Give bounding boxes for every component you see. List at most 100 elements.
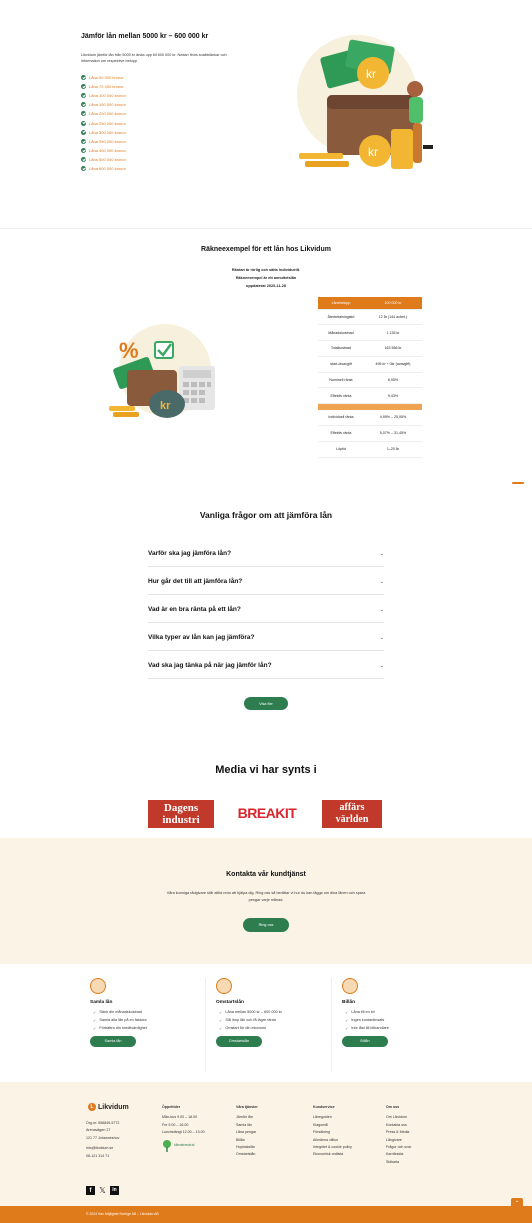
faq-question: Vad ska jag tänka på när jag jämför lån? — [148, 662, 272, 669]
loan-link-item[interactable]: Låna 300 000 kronor — [81, 128, 126, 137]
footer-link[interactable]: Integritet & cookie policy — [313, 1144, 352, 1151]
call-us-button[interactable]: Ring oss — [243, 918, 289, 932]
footer-link[interactable]: Hopbakslån — [236, 1144, 258, 1151]
calc-value: 4,95% – 25,95% — [363, 409, 422, 427]
service-card: Billån ✓ Låna till en bil ✓ Ingen kontantins… — [331, 978, 441, 1072]
loan-link-item[interactable]: Låna 400 000 kronor — [81, 146, 126, 155]
footer-link[interactable]: Sidkarta — [386, 1159, 411, 1166]
service-point: ✓ Slå ihop lån och få lägre ränta — [219, 1016, 315, 1024]
email-link[interactable]: info@likvidum.se — [86, 1145, 119, 1152]
check-circle-icon — [81, 93, 86, 99]
calc-value: 5,07% – 31,45% — [363, 425, 422, 442]
faq-item[interactable]: Varför ska jag jämföra lån? ⌄ — [148, 541, 384, 567]
footer-link[interactable]: Omstartslån — [236, 1151, 258, 1158]
loan-link-item[interactable]: Låna 500 000 kronor — [81, 155, 126, 164]
faq-item[interactable]: Hur går det till att jämföra lån? ⌄ — [148, 569, 384, 595]
service-point: ✓ Inte låst till bilhandlare — [345, 1024, 441, 1032]
check-icon: ✓ — [219, 1009, 223, 1015]
loan-link-item[interactable]: Låna 70 000 kronor — [81, 82, 126, 91]
footer-brand[interactable]: L Likvidum — [88, 1103, 129, 1111]
check-circle-icon — [81, 120, 86, 126]
check-icon: ✓ — [345, 1009, 349, 1015]
loan-link-item[interactable]: Låna 250 000 kronor — [81, 118, 126, 127]
service-point-label: Samla alla lån på en faktura — [99, 1018, 147, 1023]
calc-label: Återbetalningstid — [318, 309, 364, 326]
loan-link-item[interactable]: Låna 200 000 kronor — [81, 109, 126, 118]
loan-link-label[interactable]: Låna 50 000 kronor — [89, 75, 124, 80]
loan-link-label[interactable]: Låna 500 000 kronor — [89, 157, 126, 162]
check-circle-icon — [81, 75, 86, 81]
chevron-down-icon: ⌄ — [379, 606, 384, 613]
faq-item[interactable]: Vilka typer av lån kan jag jämföra? ⌄ — [148, 625, 384, 651]
service-points: ✓ Låna till en bil ✓ Ingen kontantinsats ✓ In… — [342, 1008, 441, 1033]
loan-link-label[interactable]: Låna 600 000 kronor — [89, 166, 126, 171]
footer-link[interactable]: Ekonomisk ordlista — [313, 1151, 352, 1158]
calc-row: Återbetalningstid 12 år (144 avbet.) — [318, 309, 422, 326]
loan-link-item[interactable]: Låna 150 000 kronor — [81, 100, 126, 109]
loan-link-label[interactable]: Låna 70 000 kronor — [89, 84, 124, 89]
tree-icon — [163, 1139, 171, 1152]
loan-link-label[interactable]: Låna 350 000 kronor — [89, 139, 126, 144]
loan-link-item[interactable]: Låna 600 000 kronor — [81, 164, 126, 173]
service-button[interactable]: Samla lån — [90, 1035, 136, 1047]
loan-link-label[interactable]: Låna 150 000 kronor — [89, 102, 126, 107]
loan-link-label[interactable]: Låna 200 000 kronor — [89, 111, 126, 116]
service-title: Omstartslån — [216, 1000, 244, 1005]
footer-link[interactable]: Samla lån — [236, 1122, 258, 1129]
climate-badge: klimatneutral — [162, 1139, 205, 1152]
facebook-icon[interactable]: f — [86, 1186, 95, 1195]
loan-link-label[interactable]: Låna 400 000 kronor — [89, 148, 126, 153]
loan-link-label[interactable]: Låna 300 000 kronor — [89, 130, 126, 135]
service-button[interactable]: Omstartslån — [216, 1035, 262, 1047]
footer-link[interactable]: Billån — [236, 1137, 258, 1144]
calc-row: Effektiv ränta 9,43% — [318, 387, 422, 405]
faq-item[interactable]: Vad är en bra ränta på ett lån? ⌄ — [148, 597, 384, 623]
check-icon: ✓ — [219, 1017, 223, 1023]
footer: L Likvidum Org.nr: 556849-5772 Arenaväge… — [0, 1082, 532, 1206]
footer-link[interactable]: Låna pengar — [236, 1129, 258, 1136]
footer-link[interactable]: Jämför lån — [236, 1114, 258, 1121]
calc-head-value: 100 000 kr — [363, 297, 422, 310]
check-icon: ✓ — [345, 1017, 349, 1023]
contact-section: Kontakta vår kundtjänst Våra kunniga råd… — [0, 838, 532, 964]
hero-intro: Likvidum jämför lån från 5000 kr ända up… — [81, 53, 227, 63]
footer-link[interactable]: Karriärsida — [386, 1151, 411, 1158]
footer-link[interactable]: Allmänna villkor — [313, 1137, 352, 1144]
service-card: Omstartslån ✓ Låna mellan 5000 kr – 600 00… — [205, 978, 315, 1072]
show-more-button[interactable]: Visa fler — [244, 697, 288, 710]
loan-link-item[interactable]: Låna 350 000 kronor — [81, 137, 126, 146]
footer-link[interactable]: Försäkring — [313, 1129, 352, 1136]
footer-link[interactable]: Frågor och svar — [386, 1144, 411, 1151]
calc-head-label: Lånebelopp — [318, 297, 364, 310]
x-icon[interactable]: 𝕏 — [98, 1186, 107, 1195]
calculation-table: Lånebelopp 100 000 kr Återbetalningstid 1… — [318, 297, 422, 458]
calc-row: start-/avavgift 495 kr + 0kr (avavgift) — [318, 356, 422, 373]
footer-link[interactable]: Press & Media — [386, 1129, 411, 1136]
chevron-down-icon: ⌄ — [379, 578, 384, 585]
loan-link-label[interactable]: Låna 250 000 kronor — [89, 121, 126, 126]
calc-label: Månadskostnad — [318, 324, 364, 342]
footer-link[interactable]: Låneguiden — [313, 1114, 352, 1121]
check-circle-icon — [81, 138, 86, 144]
service-button[interactable]: Billån — [342, 1035, 388, 1047]
svg-text:kr: kr — [368, 145, 378, 159]
chevron-down-icon: ⌄ — [379, 634, 384, 641]
calc-label: start-/avavgift — [318, 356, 364, 373]
loan-link-item[interactable]: Låna 50 000 kronor — [81, 73, 126, 82]
footer-link[interactable]: Om Likvidum — [386, 1114, 411, 1121]
service-point-label: Inte låst till bilhandlare — [351, 1026, 389, 1031]
address-line1: Arenavägen 27 — [86, 1128, 111, 1133]
phone-link[interactable]: 08-121 314 71 — [86, 1153, 119, 1160]
footer-link[interactable]: Kontakta oss — [386, 1122, 411, 1129]
loan-link-label[interactable]: Låna 100 000 kronor — [89, 93, 126, 98]
footer-column: Våra tjänster Jämför lån Samla lån Låna pen… — [236, 1104, 258, 1159]
service-point-label: Omstart för din ekonomi — [225, 1026, 266, 1031]
service-point: ✓ Samla alla lån på en faktura — [93, 1016, 200, 1024]
back-to-top-button[interactable]: ⌃ — [511, 1198, 523, 1210]
loan-link-item[interactable]: Låna 100 000 kronor — [81, 91, 126, 100]
faq-item[interactable]: Vad ska jag tänka på när jag jämför lån?… — [148, 653, 384, 679]
linkedin-icon[interactable]: in — [110, 1186, 119, 1195]
footer-link[interactable]: Långivare — [386, 1137, 411, 1144]
footer-link[interactable]: Klagomål — [313, 1122, 352, 1129]
service-title: Samla lån — [90, 1000, 113, 1005]
